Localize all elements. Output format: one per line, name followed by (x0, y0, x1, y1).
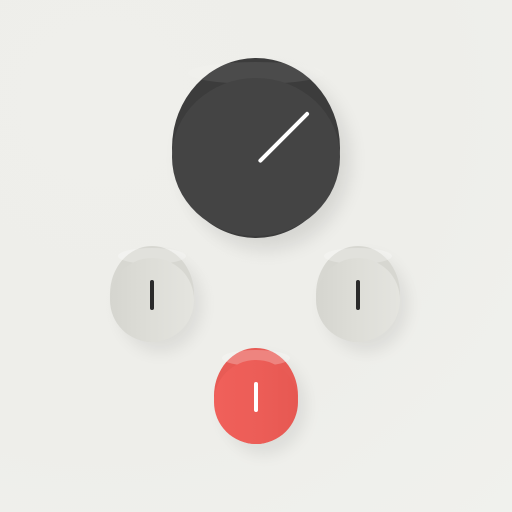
right-knob-pointer (356, 280, 360, 311)
left-knob-pointer (150, 280, 154, 311)
left-knob-face (110, 258, 194, 342)
red-knob-pointer (254, 382, 258, 413)
control-panel (0, 0, 512, 512)
main-knob-face (172, 78, 340, 236)
right-rotary-knob[interactable] (316, 246, 400, 342)
left-rotary-knob[interactable] (110, 246, 194, 342)
main-knob-pointer (257, 110, 311, 164)
red-knob-face (214, 360, 298, 444)
main-rotary-knob[interactable] (172, 58, 340, 238)
red-rotary-knob[interactable] (214, 348, 298, 444)
right-knob-face (316, 258, 400, 342)
